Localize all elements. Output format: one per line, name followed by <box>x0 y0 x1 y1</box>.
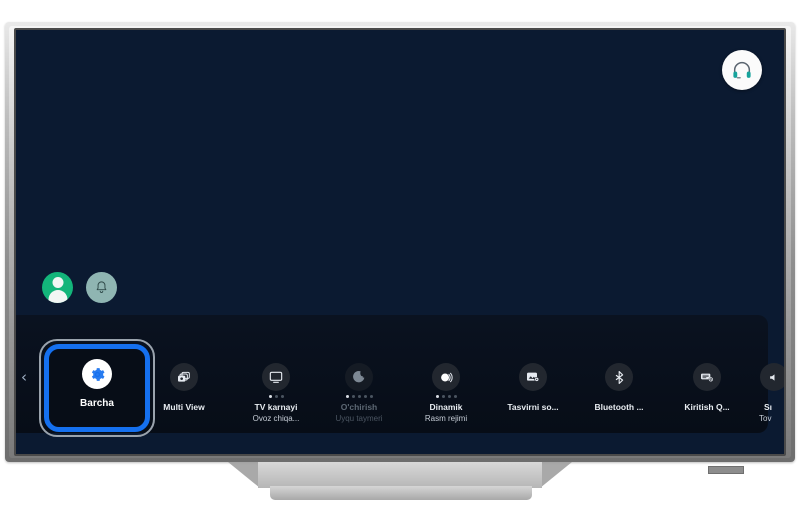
tv-speaker-icon <box>269 371 283 383</box>
headphones-badge[interactable] <box>722 50 762 90</box>
sound-icon-wrap <box>760 363 784 391</box>
tv-screen: ‹ Barcha r <box>16 30 784 454</box>
quick-tile-label-clipped: Sı <box>764 402 773 412</box>
quick-tile-sub-sleep-timer: Uyqu taymeri <box>335 414 383 423</box>
quick-tile-sleep-timer[interactable]: c O'chirish Uyqu taymeri <box>319 315 399 433</box>
sleep-timer-icon-wrap: c <box>345 363 373 391</box>
port-marking <box>708 466 744 474</box>
sound-icon <box>769 373 774 381</box>
quick-tile-label-barcha: Barcha <box>80 398 114 409</box>
quick-tile-sub-tv-speaker: Ovoz chiqa... <box>252 414 300 423</box>
stand-base <box>270 486 532 500</box>
quick-tile-label-image-settings: Tasvirni so... <box>507 402 559 412</box>
quick-tile-label-tv-speaker: TV karnayi <box>254 402 298 412</box>
headphones-icon <box>733 62 751 79</box>
bell-icon <box>96 281 107 293</box>
quick-tile-label-bluetooth: Bluetooth ... <box>594 402 644 412</box>
quick-tile-clipped[interactable]: Sı Tov <box>758 315 784 433</box>
quick-tile-multi-view[interactable]: Multi View <box>146 315 222 433</box>
quick-tile-barcha[interactable]: Barcha <box>50 315 144 433</box>
quick-tile-image-settings[interactable]: Tasvirni so... <box>493 315 573 433</box>
quick-tile-sub-clipped: Tov <box>759 414 772 423</box>
quick-tile-label-input-device: Kiritish Q... <box>684 402 730 412</box>
account-row <box>42 272 117 303</box>
sleep-timer-moon-icon: c <box>353 371 365 383</box>
quick-tile-input-device[interactable]: Kiritish Q... <box>666 315 748 433</box>
image-settings-icon <box>527 372 540 382</box>
gear-icon-wrap <box>82 359 112 389</box>
bluetooth-icon-wrap <box>605 363 633 391</box>
screenshot-root: ‹ Barcha r <box>0 0 800 525</box>
quick-tile-label-multi-view: Multi View <box>163 402 205 412</box>
quick-tile-tv-speaker[interactable]: TV karnayi Ovoz chiqa... <box>231 315 321 433</box>
page-dots-tv-speaker <box>268 393 284 400</box>
quick-tile-label-picture-mode: Dinamik <box>429 402 463 412</box>
page-dots-sleep-timer <box>345 393 373 400</box>
multi-view-icon-wrap <box>170 363 198 391</box>
quick-tile-label-sleep-timer: O'chirish <box>340 402 378 412</box>
remote-input-icon <box>701 373 714 382</box>
remote-input-icon-wrap <box>693 363 721 391</box>
quick-tile-bluetooth[interactable]: Bluetooth ... <box>578 315 660 433</box>
person-body-shape <box>48 290 67 303</box>
stand-top <box>258 462 542 488</box>
stand-splay-left <box>228 462 260 488</box>
notification-bell[interactable] <box>86 272 117 303</box>
picture-mode-icon <box>440 372 453 382</box>
person-icon <box>52 277 63 288</box>
stand-splay-right <box>540 462 572 488</box>
svg-text:c: c <box>360 376 363 382</box>
quick-settings-tiles: Barcha r Multi View <box>16 315 784 433</box>
tv-speaker-icon-wrap <box>262 363 290 391</box>
page-dots-picture-mode <box>435 393 457 400</box>
bluetooth-icon <box>615 370 623 384</box>
profile-avatar[interactable] <box>42 272 73 303</box>
picture-mode-icon-wrap <box>432 363 460 391</box>
multi-view-icon <box>178 371 190 382</box>
image-settings-icon-wrap <box>519 363 547 391</box>
gear-icon <box>91 367 105 381</box>
quick-tile-sub-picture-mode: Rasm rejimi <box>424 414 468 423</box>
quick-tile-picture-mode[interactable]: Dinamik Rasm rejimi <box>406 315 486 433</box>
